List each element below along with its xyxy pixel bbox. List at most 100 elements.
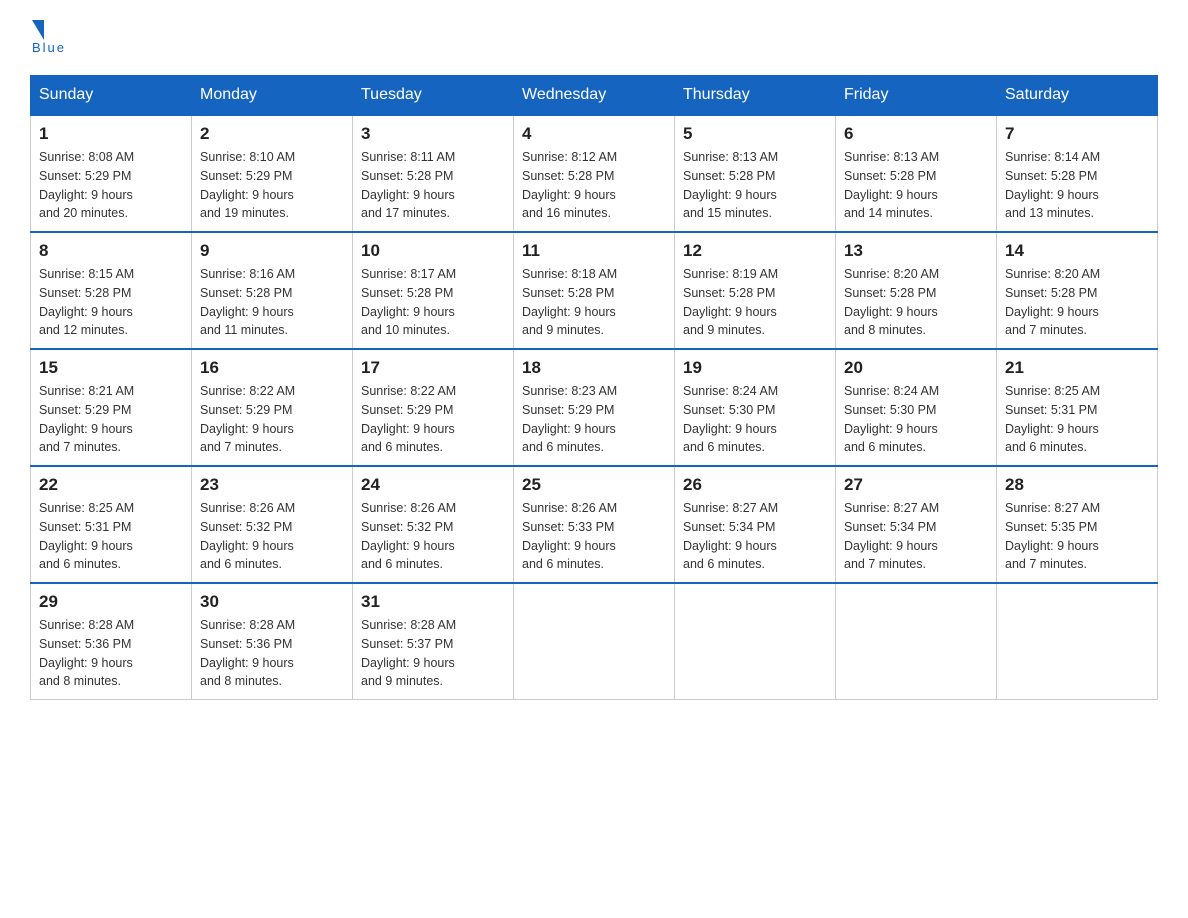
calendar-day-cell: 18 Sunrise: 8:23 AMSunset: 5:29 PMDaylig… xyxy=(514,349,675,466)
calendar-day-cell: 26 Sunrise: 8:27 AMSunset: 5:34 PMDaylig… xyxy=(675,466,836,583)
day-info: Sunrise: 8:15 AMSunset: 5:28 PMDaylight:… xyxy=(39,267,134,337)
day-info: Sunrise: 8:24 AMSunset: 5:30 PMDaylight:… xyxy=(844,384,939,454)
day-number: 22 xyxy=(39,475,183,495)
day-info: Sunrise: 8:19 AMSunset: 5:28 PMDaylight:… xyxy=(683,267,778,337)
calendar-day-cell: 15 Sunrise: 8:21 AMSunset: 5:29 PMDaylig… xyxy=(31,349,192,466)
weekday-header-row: SundayMondayTuesdayWednesdayThursdayFrid… xyxy=(31,76,1158,116)
day-number: 16 xyxy=(200,358,344,378)
day-info: Sunrise: 8:21 AMSunset: 5:29 PMDaylight:… xyxy=(39,384,134,454)
calendar-day-cell: 28 Sunrise: 8:27 AMSunset: 5:35 PMDaylig… xyxy=(997,466,1158,583)
calendar-day-cell: 14 Sunrise: 8:20 AMSunset: 5:28 PMDaylig… xyxy=(997,232,1158,349)
day-info: Sunrise: 8:22 AMSunset: 5:29 PMDaylight:… xyxy=(200,384,295,454)
calendar-day-cell: 22 Sunrise: 8:25 AMSunset: 5:31 PMDaylig… xyxy=(31,466,192,583)
calendar-week-row: 1 Sunrise: 8:08 AMSunset: 5:29 PMDayligh… xyxy=(31,115,1158,232)
calendar-day-cell xyxy=(514,583,675,700)
weekday-header-friday: Friday xyxy=(836,76,997,116)
day-number: 6 xyxy=(844,124,988,144)
day-number: 30 xyxy=(200,592,344,612)
day-number: 21 xyxy=(1005,358,1149,378)
day-number: 31 xyxy=(361,592,505,612)
calendar-week-row: 29 Sunrise: 8:28 AMSunset: 5:36 PMDaylig… xyxy=(31,583,1158,700)
calendar-day-cell xyxy=(997,583,1158,700)
calendar-day-cell xyxy=(836,583,997,700)
day-number: 19 xyxy=(683,358,827,378)
day-info: Sunrise: 8:14 AMSunset: 5:28 PMDaylight:… xyxy=(1005,150,1100,220)
calendar-day-cell: 31 Sunrise: 8:28 AMSunset: 5:37 PMDaylig… xyxy=(353,583,514,700)
calendar-day-cell: 2 Sunrise: 8:10 AMSunset: 5:29 PMDayligh… xyxy=(192,115,353,232)
day-number: 24 xyxy=(361,475,505,495)
day-info: Sunrise: 8:27 AMSunset: 5:34 PMDaylight:… xyxy=(683,501,778,571)
day-number: 5 xyxy=(683,124,827,144)
calendar-week-row: 22 Sunrise: 8:25 AMSunset: 5:31 PMDaylig… xyxy=(31,466,1158,583)
day-info: Sunrise: 8:27 AMSunset: 5:34 PMDaylight:… xyxy=(844,501,939,571)
weekday-header-wednesday: Wednesday xyxy=(514,76,675,116)
logo-triangle-icon xyxy=(32,20,44,40)
day-number: 3 xyxy=(361,124,505,144)
calendar-day-cell: 3 Sunrise: 8:11 AMSunset: 5:28 PMDayligh… xyxy=(353,115,514,232)
calendar-day-cell: 20 Sunrise: 8:24 AMSunset: 5:30 PMDaylig… xyxy=(836,349,997,466)
day-info: Sunrise: 8:20 AMSunset: 5:28 PMDaylight:… xyxy=(844,267,939,337)
weekday-header-saturday: Saturday xyxy=(997,76,1158,116)
day-number: 13 xyxy=(844,241,988,261)
day-number: 7 xyxy=(1005,124,1149,144)
calendar-day-cell: 29 Sunrise: 8:28 AMSunset: 5:36 PMDaylig… xyxy=(31,583,192,700)
calendar-week-row: 15 Sunrise: 8:21 AMSunset: 5:29 PMDaylig… xyxy=(31,349,1158,466)
day-info: Sunrise: 8:20 AMSunset: 5:28 PMDaylight:… xyxy=(1005,267,1100,337)
calendar-table: SundayMondayTuesdayWednesdayThursdayFrid… xyxy=(30,75,1158,700)
weekday-header-tuesday: Tuesday xyxy=(353,76,514,116)
calendar-day-cell: 24 Sunrise: 8:26 AMSunset: 5:32 PMDaylig… xyxy=(353,466,514,583)
day-number: 12 xyxy=(683,241,827,261)
day-info: Sunrise: 8:16 AMSunset: 5:28 PMDaylight:… xyxy=(200,267,295,337)
day-info: Sunrise: 8:18 AMSunset: 5:28 PMDaylight:… xyxy=(522,267,617,337)
day-info: Sunrise: 8:27 AMSunset: 5:35 PMDaylight:… xyxy=(1005,501,1100,571)
weekday-header-thursday: Thursday xyxy=(675,76,836,116)
day-number: 25 xyxy=(522,475,666,495)
calendar-day-cell: 23 Sunrise: 8:26 AMSunset: 5:32 PMDaylig… xyxy=(192,466,353,583)
day-number: 18 xyxy=(522,358,666,378)
calendar-day-cell: 6 Sunrise: 8:13 AMSunset: 5:28 PMDayligh… xyxy=(836,115,997,232)
day-number: 11 xyxy=(522,241,666,261)
calendar-day-cell: 9 Sunrise: 8:16 AMSunset: 5:28 PMDayligh… xyxy=(192,232,353,349)
logo: Blue xyxy=(30,20,66,55)
calendar-week-row: 8 Sunrise: 8:15 AMSunset: 5:28 PMDayligh… xyxy=(31,232,1158,349)
day-info: Sunrise: 8:26 AMSunset: 5:32 PMDaylight:… xyxy=(200,501,295,571)
calendar-day-cell: 1 Sunrise: 8:08 AMSunset: 5:29 PMDayligh… xyxy=(31,115,192,232)
day-info: Sunrise: 8:08 AMSunset: 5:29 PMDaylight:… xyxy=(39,150,134,220)
calendar-day-cell: 27 Sunrise: 8:27 AMSunset: 5:34 PMDaylig… xyxy=(836,466,997,583)
calendar-day-cell: 10 Sunrise: 8:17 AMSunset: 5:28 PMDaylig… xyxy=(353,232,514,349)
day-number: 28 xyxy=(1005,475,1149,495)
day-info: Sunrise: 8:28 AMSunset: 5:36 PMDaylight:… xyxy=(39,618,134,688)
day-info: Sunrise: 8:28 AMSunset: 5:37 PMDaylight:… xyxy=(361,618,456,688)
calendar-day-cell: 11 Sunrise: 8:18 AMSunset: 5:28 PMDaylig… xyxy=(514,232,675,349)
calendar-day-cell: 21 Sunrise: 8:25 AMSunset: 5:31 PMDaylig… xyxy=(997,349,1158,466)
day-info: Sunrise: 8:13 AMSunset: 5:28 PMDaylight:… xyxy=(683,150,778,220)
day-info: Sunrise: 8:25 AMSunset: 5:31 PMDaylight:… xyxy=(1005,384,1100,454)
day-info: Sunrise: 8:22 AMSunset: 5:29 PMDaylight:… xyxy=(361,384,456,454)
calendar-day-cell: 12 Sunrise: 8:19 AMSunset: 5:28 PMDaylig… xyxy=(675,232,836,349)
day-number: 26 xyxy=(683,475,827,495)
day-number: 4 xyxy=(522,124,666,144)
calendar-day-cell: 4 Sunrise: 8:12 AMSunset: 5:28 PMDayligh… xyxy=(514,115,675,232)
day-info: Sunrise: 8:12 AMSunset: 5:28 PMDaylight:… xyxy=(522,150,617,220)
day-info: Sunrise: 8:17 AMSunset: 5:28 PMDaylight:… xyxy=(361,267,456,337)
day-number: 20 xyxy=(844,358,988,378)
calendar-day-cell: 25 Sunrise: 8:26 AMSunset: 5:33 PMDaylig… xyxy=(514,466,675,583)
day-info: Sunrise: 8:26 AMSunset: 5:32 PMDaylight:… xyxy=(361,501,456,571)
calendar-day-cell: 5 Sunrise: 8:13 AMSunset: 5:28 PMDayligh… xyxy=(675,115,836,232)
day-number: 10 xyxy=(361,241,505,261)
logo-tagline: Blue xyxy=(32,40,66,55)
weekday-header-monday: Monday xyxy=(192,76,353,116)
day-number: 1 xyxy=(39,124,183,144)
calendar-day-cell: 17 Sunrise: 8:22 AMSunset: 5:29 PMDaylig… xyxy=(353,349,514,466)
day-info: Sunrise: 8:28 AMSunset: 5:36 PMDaylight:… xyxy=(200,618,295,688)
day-info: Sunrise: 8:10 AMSunset: 5:29 PMDaylight:… xyxy=(200,150,295,220)
day-number: 27 xyxy=(844,475,988,495)
day-info: Sunrise: 8:11 AMSunset: 5:28 PMDaylight:… xyxy=(361,150,455,220)
day-number: 8 xyxy=(39,241,183,261)
calendar-day-cell: 7 Sunrise: 8:14 AMSunset: 5:28 PMDayligh… xyxy=(997,115,1158,232)
calendar-day-cell: 8 Sunrise: 8:15 AMSunset: 5:28 PMDayligh… xyxy=(31,232,192,349)
day-info: Sunrise: 8:13 AMSunset: 5:28 PMDaylight:… xyxy=(844,150,939,220)
calendar-day-cell: 19 Sunrise: 8:24 AMSunset: 5:30 PMDaylig… xyxy=(675,349,836,466)
day-number: 23 xyxy=(200,475,344,495)
day-info: Sunrise: 8:25 AMSunset: 5:31 PMDaylight:… xyxy=(39,501,134,571)
